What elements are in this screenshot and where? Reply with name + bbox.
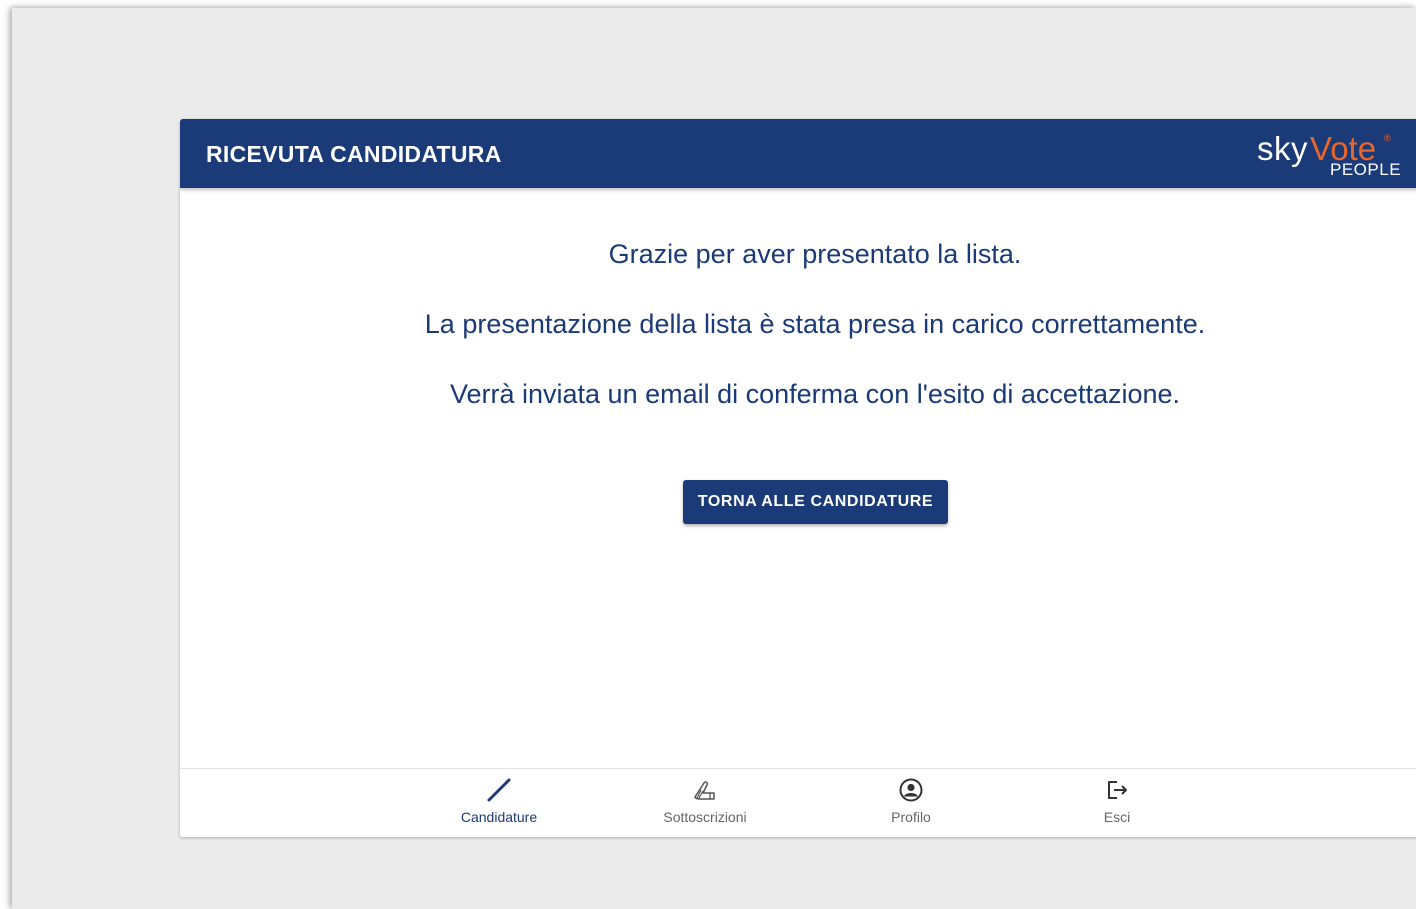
thank-you-message: Grazie per aver presentato la lista. (608, 239, 1022, 269)
email-notice-message: Verrà inviata un email di conferma con l… (449, 379, 1181, 409)
bottom-navigation: Candidature Sottoscrizioni Profilo Esci (180, 768, 1416, 837)
receipt-card: RICEVUTA CANDIDATURA sky Vote ® PEOPLE G… (180, 119, 1416, 837)
nav-label-esci: Esci (1103, 809, 1131, 825)
nav-item-esci[interactable]: Esci (1047, 777, 1187, 833)
nav-label-candidature: Candidature (460, 809, 538, 825)
confirmation-message: La presentazione della lista è stata pre… (424, 309, 1206, 339)
back-to-candidature-button[interactable]: TORNA ALLE CANDIDATURE (683, 480, 948, 524)
logo-registered-mark: ® (1384, 133, 1391, 143)
nav-label-sottoscrizioni: Sottoscrizioni (663, 809, 747, 825)
nav-item-profilo[interactable]: Profilo (841, 777, 981, 833)
logout-icon (1108, 781, 1127, 799)
user-circle-icon (899, 778, 923, 802)
nav-item-sottoscrizioni[interactable]: Sottoscrizioni (635, 777, 775, 833)
page-title: RICEVUTA CANDIDATURA (206, 141, 502, 167)
logo-people-text: PEOPLE (1330, 160, 1402, 179)
signature-icon (694, 781, 715, 800)
logo-sky-text: sky (1257, 130, 1308, 167)
pencil-icon (487, 778, 511, 802)
skyvote-people-logo: sky Vote ® PEOPLE (1254, 128, 1414, 182)
nav-label-profilo: Profilo (891, 809, 931, 825)
header-bar: RICEVUTA CANDIDATURA sky Vote ® PEOPLE (180, 119, 1416, 188)
nav-item-candidature[interactable]: Candidature (429, 777, 569, 833)
page-background: RICEVUTA CANDIDATURA sky Vote ® PEOPLE G… (12, 8, 1416, 909)
